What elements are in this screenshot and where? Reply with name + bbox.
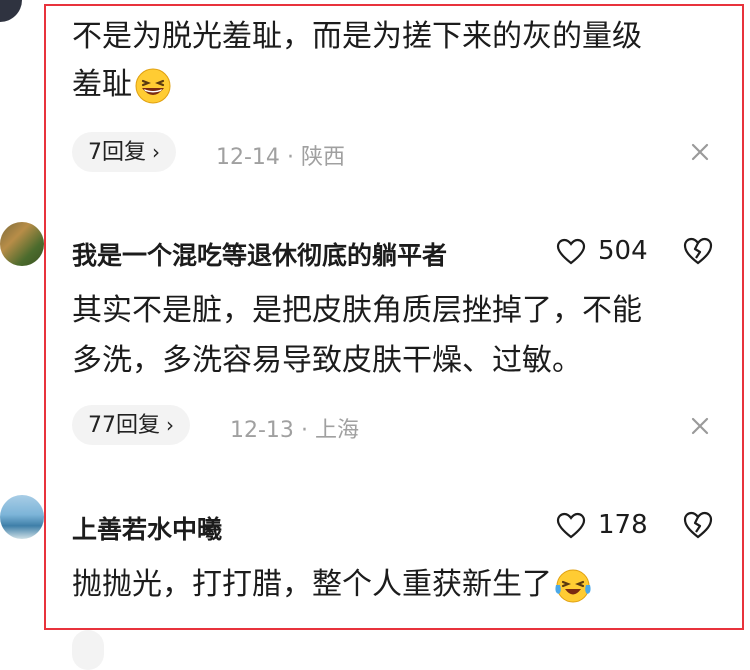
meta-separator: · — [300, 418, 308, 443]
username[interactable]: 我是一个混吃等退休彻底的躺平者 — [72, 236, 447, 272]
chevron-right-icon: › — [152, 140, 160, 164]
comment-location: 上海 — [314, 418, 359, 443]
close-icon[interactable] — [688, 414, 712, 438]
comment-text-line: 羞耻 — [72, 62, 172, 108]
laughing-emoji-icon — [135, 68, 171, 103]
comment-text-line: 羞耻 — [72, 67, 132, 102]
reply-count-label: 7回复 — [88, 140, 146, 165]
like-count: 504 — [598, 236, 648, 266]
reply-count-button[interactable]: 77回复 › — [72, 405, 190, 445]
like-count: 178 — [598, 510, 648, 540]
reply-count-button[interactable] — [72, 630, 104, 670]
comment-meta: 12-13 · 上海 — [230, 412, 359, 444]
crying-laughing-emoji-icon — [555, 569, 591, 602]
comment-date: 12-14 — [216, 145, 280, 170]
broken-heart-icon[interactable] — [682, 236, 714, 266]
meta-separator: · — [286, 145, 294, 170]
comment-text-line: 其实不是脏，是把皮肤角质层挫掉了，不能 — [72, 293, 642, 328]
avatar[interactable] — [0, 0, 22, 22]
close-icon[interactable] — [688, 140, 712, 164]
comment-text-line: 不是为脱光羞耻，而是为搓下来的灰的量级 — [72, 19, 642, 54]
chevron-right-icon: › — [166, 413, 174, 437]
comment-text-line: 多洗，多洗容易导致皮肤干燥、过敏。 — [72, 343, 582, 378]
comment-date: 12-13 — [230, 418, 294, 443]
avatar[interactable] — [0, 222, 44, 266]
reply-count-button[interactable]: 7回复 › — [72, 132, 176, 172]
reply-count-label: 77回复 — [88, 413, 160, 438]
broken-heart-icon[interactable] — [682, 510, 714, 540]
comment-location: 陕西 — [300, 145, 345, 170]
heart-icon[interactable] — [556, 512, 586, 540]
comment-meta: 12-14 · 陕西 — [216, 139, 345, 171]
comment-text-line: 抛抛光，打打腊，整个人重获新生了 — [72, 567, 552, 602]
avatar[interactable] — [0, 495, 44, 539]
comment-text-line: 抛抛光，打打腊，整个人重获新生了 — [72, 562, 592, 608]
username[interactable]: 上善若水中曦 — [72, 510, 222, 546]
heart-icon[interactable] — [556, 238, 586, 266]
